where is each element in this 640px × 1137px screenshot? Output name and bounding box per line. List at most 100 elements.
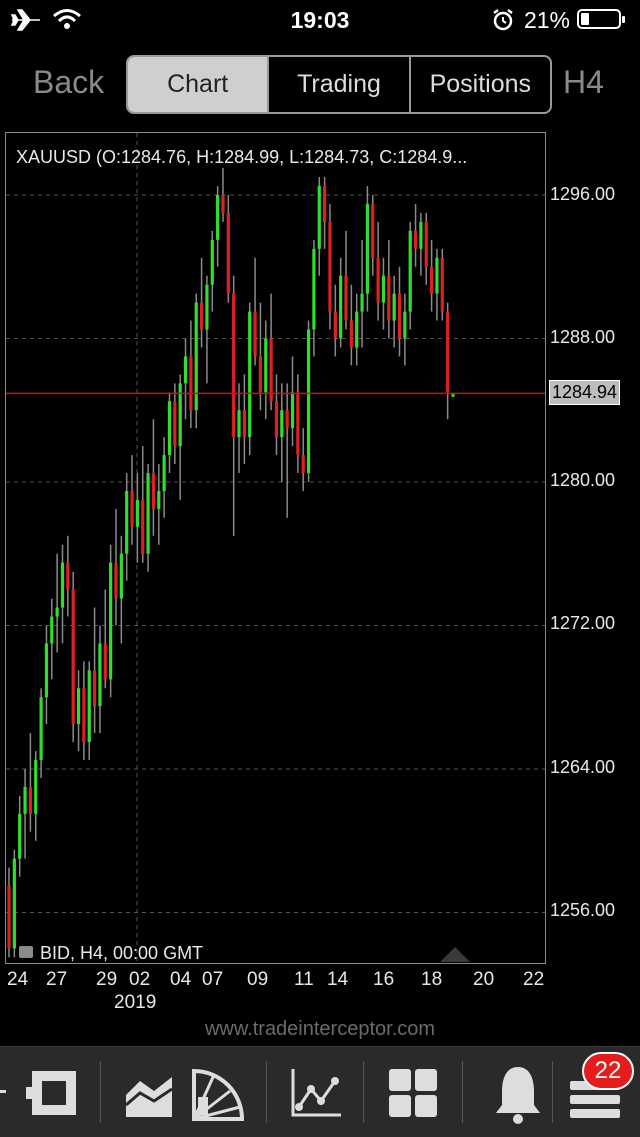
back-button[interactable]: Back <box>33 64 104 101</box>
candle-body <box>419 221 423 249</box>
bid-info: BID, H4, 00:00 GMT <box>40 943 204 963</box>
timeframe-button[interactable]: H4 <box>563 64 604 101</box>
candle-body <box>242 410 246 438</box>
x-tick: 09 <box>247 969 269 990</box>
chart-type-button[interactable] <box>120 1061 184 1125</box>
candle-body <box>413 230 418 249</box>
fibonacci-tool-button[interactable] <box>186 1061 250 1125</box>
candle-body <box>146 473 150 554</box>
y-tick: 1256.00 <box>550 900 616 920</box>
chevron-up-icon[interactable] <box>440 947 470 962</box>
candle-body <box>301 455 305 474</box>
lock-icon <box>19 946 33 958</box>
y-tick: 1280.00 <box>550 470 616 490</box>
candle-body <box>210 239 214 285</box>
candle-body <box>397 293 402 339</box>
y-tick: 1264.00 <box>550 757 616 777</box>
candle-body <box>183 356 188 384</box>
candle-body <box>87 670 91 743</box>
nav-bar: Back Chart Trading Positions H4 <box>0 50 640 120</box>
crop-tool-button[interactable] <box>22 1061 86 1125</box>
candle-body <box>408 230 412 312</box>
candle-body <box>157 490 161 509</box>
candle-body <box>205 284 209 330</box>
candle-body <box>248 311 252 438</box>
candle-body <box>365 203 370 294</box>
candle-body <box>76 688 81 725</box>
candle-body <box>360 293 364 312</box>
crop-icon <box>26 1071 76 1115</box>
y-tick: 1296.00 <box>550 184 616 204</box>
candle-body <box>371 203 375 258</box>
candle-body <box>258 356 263 393</box>
y-tick: 1272.00 <box>550 613 616 633</box>
candle-body <box>269 338 273 402</box>
candle-body <box>339 275 343 339</box>
candle-body <box>317 186 321 249</box>
candle-body <box>430 266 434 294</box>
watermark: www.tradeinterceptor.com <box>204 1018 436 1040</box>
battery-icon <box>577 9 625 29</box>
candle-body <box>253 311 257 357</box>
grid-icon <box>389 1069 437 1117</box>
candle-body <box>274 401 279 438</box>
ohlc-readout: XAUUSD (O:1284.76, H:1284.99, L:1284.73,… <box>16 147 468 167</box>
candle-body <box>28 786 32 814</box>
candle-body <box>323 186 327 222</box>
line-chart-icon <box>291 1069 341 1117</box>
candle-body <box>216 195 220 240</box>
candle-body <box>446 311 450 393</box>
candle-body <box>173 401 177 447</box>
toolbar-separator <box>363 1061 364 1123</box>
candle-body <box>162 455 166 491</box>
x-tick: 14 <box>327 969 349 990</box>
segmented-control: Chart Trading Positions <box>126 55 552 114</box>
candle-body <box>23 786 27 814</box>
x-tick: 18 <box>421 969 443 990</box>
candle-body <box>44 643 49 698</box>
toolbar-edge-mark <box>0 1090 6 1093</box>
battery-percent: 21% <box>523 7 570 33</box>
x-tick: 29 <box>96 969 118 990</box>
tab-chart[interactable]: Chart <box>128 57 268 112</box>
toolbar-separator <box>100 1061 101 1123</box>
alerts-button[interactable] <box>486 1061 550 1125</box>
x-tick: 02 <box>129 969 151 990</box>
candle-body <box>392 293 396 321</box>
candle-body <box>403 311 407 339</box>
candle-body <box>424 221 428 267</box>
candle-body <box>167 401 172 456</box>
candle-body <box>199 302 204 330</box>
candle-body <box>349 320 353 348</box>
candle-body <box>119 553 123 599</box>
candle-body <box>440 257 444 312</box>
candle-body <box>103 643 107 680</box>
candle-body <box>312 248 316 330</box>
candle-body <box>125 490 129 554</box>
x-tick: 27 <box>46 969 68 990</box>
y-tick: 1288.00 <box>550 327 616 347</box>
notification-badge: 22 <box>582 1052 634 1090</box>
toolbar-separator <box>462 1061 463 1123</box>
candle-body <box>296 392 300 456</box>
candle-body <box>71 589 75 725</box>
tab-positions[interactable]: Positions <box>408 57 550 112</box>
candle-body <box>344 275 348 321</box>
candle-body <box>7 885 11 949</box>
tab-trading[interactable]: Trading <box>267 57 408 112</box>
candle-body <box>355 311 359 348</box>
x-tick: 07 <box>202 969 224 990</box>
candle-body <box>387 275 391 321</box>
candle-body <box>50 616 54 644</box>
candle-body <box>18 813 22 859</box>
candle-body <box>12 858 16 949</box>
chart-svg <box>6 133 545 963</box>
layout-grid-button[interactable] <box>381 1061 445 1125</box>
chart-area[interactable] <box>5 132 546 964</box>
fibonacci-icon <box>192 1068 245 1121</box>
x-tick: 24 <box>7 969 29 990</box>
x-tick: 16 <box>373 969 395 990</box>
candle-body <box>328 221 332 312</box>
indicators-button[interactable] <box>283 1061 347 1125</box>
candle-body <box>189 356 193 411</box>
